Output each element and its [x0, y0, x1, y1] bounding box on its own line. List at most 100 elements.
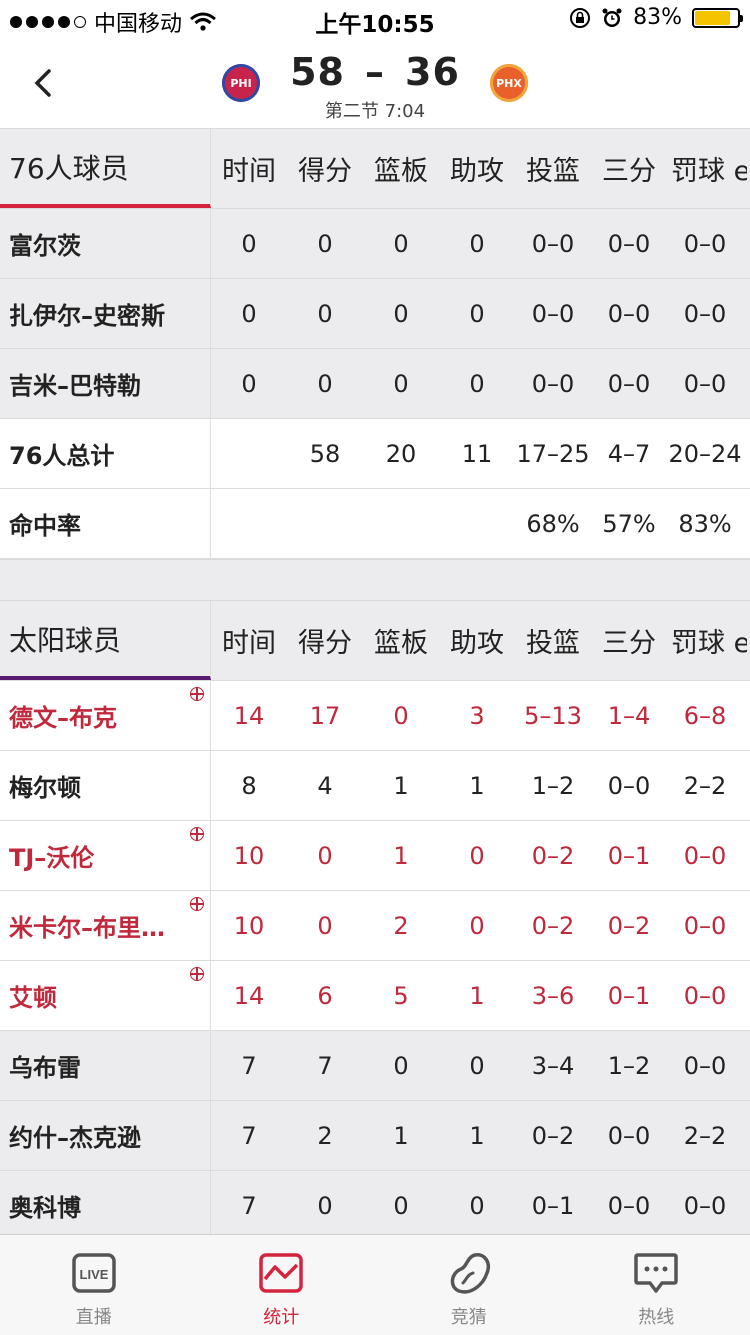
- player-name[interactable]: 米卡尔–布里…: [0, 891, 211, 960]
- stat-cell: 10: [211, 821, 287, 890]
- player-name[interactable]: 约什–杰克逊: [0, 1101, 211, 1170]
- basketball-icon: [190, 827, 204, 841]
- table-row[interactable]: 富尔茨00000–00–00–0: [0, 209, 750, 279]
- column-header[interactable]: 投篮: [515, 129, 591, 208]
- alarm-icon: [601, 7, 623, 29]
- stat-cell: 0–1: [591, 961, 667, 1030]
- chart-icon: [257, 1249, 305, 1297]
- status-bar: 中国移动 上午10:55 83%: [0, 0, 750, 40]
- team-players-heading: 76人球员: [0, 129, 211, 208]
- table-row[interactable]: 艾顿146513–60–10–0: [0, 961, 750, 1031]
- column-header[interactable]: 三分: [591, 129, 667, 208]
- stat-cell: 0: [211, 279, 287, 348]
- table-row[interactable]: 米卡尔–布里…100200–20–20–0: [0, 891, 750, 961]
- player-name[interactable]: 76人总计: [0, 419, 211, 488]
- stat-cell: 0: [439, 1171, 515, 1234]
- stat-cell: 1–4: [591, 681, 667, 750]
- stat-cell: 5: [363, 961, 439, 1030]
- stat-cell: 0–0: [591, 209, 667, 278]
- stat-cell: 0: [439, 821, 515, 890]
- stat-cell: 0: [287, 349, 363, 418]
- stat-cell: [439, 489, 515, 558]
- table-header-row: 太阳球员时间得分篮板助攻投篮三分罚球 e: [0, 601, 750, 681]
- column-header[interactable]: 篮板: [363, 129, 439, 208]
- shooting-pct-row[interactable]: 命中率68%57%83%: [0, 489, 750, 559]
- tab-bar: LIVE 直播 统计 竞猜 热线: [0, 1234, 750, 1335]
- stat-cell: 1–2: [515, 751, 591, 820]
- table-row[interactable]: TJ–沃伦100100–20–10–0: [0, 821, 750, 891]
- stat-cell: 3–4: [515, 1031, 591, 1100]
- player-name[interactable]: 德文–布克: [0, 681, 211, 750]
- stat-cell: 1: [363, 1101, 439, 1170]
- column-header[interactable]: 罚球 e: [667, 601, 747, 680]
- stat-cell: 57%: [591, 489, 667, 558]
- column-header[interactable]: 三分: [591, 601, 667, 680]
- stat-cell: 2–2: [667, 751, 743, 820]
- stat-cell: 0–0: [667, 821, 743, 890]
- tab-guess[interactable]: 竞猜: [375, 1235, 563, 1335]
- stat-cell: 0–0: [591, 349, 667, 418]
- table-row[interactable]: 乌布雷77003–41–20–0: [0, 1031, 750, 1101]
- stat-cell: [363, 489, 439, 558]
- svg-text:LIVE: LIVE: [79, 1267, 108, 1282]
- stats-content[interactable]: 76人球员时间得分篮板助攻投篮三分罚球 e富尔茨00000–00–00–0扎伊尔…: [0, 129, 750, 1234]
- tab-live[interactable]: LIVE 直播: [0, 1235, 188, 1335]
- stat-cell: 0–0: [667, 891, 743, 960]
- player-name[interactable]: 富尔茨: [0, 209, 211, 278]
- stat-cell: 0: [363, 349, 439, 418]
- table-row[interactable]: 德文–布克1417035–131–46–8: [0, 681, 750, 751]
- player-name[interactable]: 艾顿: [0, 961, 211, 1030]
- stat-cell: 0–0: [591, 279, 667, 348]
- stat-cell: 1: [439, 751, 515, 820]
- player-name[interactable]: 吉米–巴特勒: [0, 349, 211, 418]
- stat-cell: 7: [287, 1031, 363, 1100]
- stat-cell: 0–1: [591, 821, 667, 890]
- table-row[interactable]: 吉米–巴特勒00000–00–00–0: [0, 349, 750, 419]
- player-name[interactable]: 奥科博: [0, 1171, 211, 1234]
- column-header[interactable]: 助攻: [439, 601, 515, 680]
- column-header[interactable]: 助攻: [439, 129, 515, 208]
- column-header[interactable]: 投篮: [515, 601, 591, 680]
- player-name[interactable]: 扎伊尔–史密斯: [0, 279, 211, 348]
- stat-cell: 0–0: [667, 961, 743, 1030]
- team-total-row[interactable]: 76人总计58201117–254–720–24: [0, 419, 750, 489]
- stat-cell: 2: [363, 891, 439, 960]
- stat-cell: 3–6: [515, 961, 591, 1030]
- player-name[interactable]: TJ–沃伦: [0, 821, 211, 890]
- player-name[interactable]: 乌布雷: [0, 1031, 211, 1100]
- stat-cell: [211, 489, 287, 558]
- table-row[interactable]: 梅尔顿84111–20–02–2: [0, 751, 750, 821]
- stat-cell: 0–0: [591, 1171, 667, 1234]
- stat-cell: 2–2: [667, 1101, 743, 1170]
- chat-icon: [632, 1249, 680, 1297]
- table-row[interactable]: 扎伊尔–史密斯00000–00–00–0: [0, 279, 750, 349]
- stat-cell: 0: [363, 1171, 439, 1234]
- player-name[interactable]: 命中率: [0, 489, 211, 558]
- column-header[interactable]: 得分: [287, 601, 363, 680]
- stat-cell: 6–8: [667, 681, 743, 750]
- stat-cell: 0–0: [515, 279, 591, 348]
- column-header[interactable]: 时间: [211, 129, 287, 208]
- stat-cell: 58: [287, 419, 363, 488]
- column-header[interactable]: 罚球 e: [667, 129, 747, 208]
- home-score: 58: [290, 50, 345, 94]
- column-header[interactable]: 篮板: [363, 601, 439, 680]
- table-row[interactable]: 约什–杰克逊72110–20–02–2: [0, 1101, 750, 1171]
- stat-cell: [211, 419, 287, 488]
- player-name[interactable]: 梅尔顿: [0, 751, 211, 820]
- stat-cell: 0–0: [667, 279, 743, 348]
- stat-cell: 0: [211, 209, 287, 278]
- stat-cell: 0: [439, 279, 515, 348]
- table-row[interactable]: 奥科博70000–10–00–0: [0, 1171, 750, 1234]
- column-header[interactable]: 得分: [287, 129, 363, 208]
- column-header[interactable]: 时间: [211, 601, 287, 680]
- away-team-logo[interactable]: PHX: [490, 64, 528, 102]
- stat-cell: 20: [363, 419, 439, 488]
- basketball-icon: [190, 897, 204, 911]
- stat-cell: 17–25: [515, 419, 591, 488]
- tab-label: 直播: [76, 1303, 112, 1329]
- basketball-icon: [190, 967, 204, 981]
- tab-stats[interactable]: 统计: [188, 1235, 376, 1335]
- tab-hotline[interactable]: 热线: [563, 1235, 750, 1335]
- stat-cell: 0: [287, 279, 363, 348]
